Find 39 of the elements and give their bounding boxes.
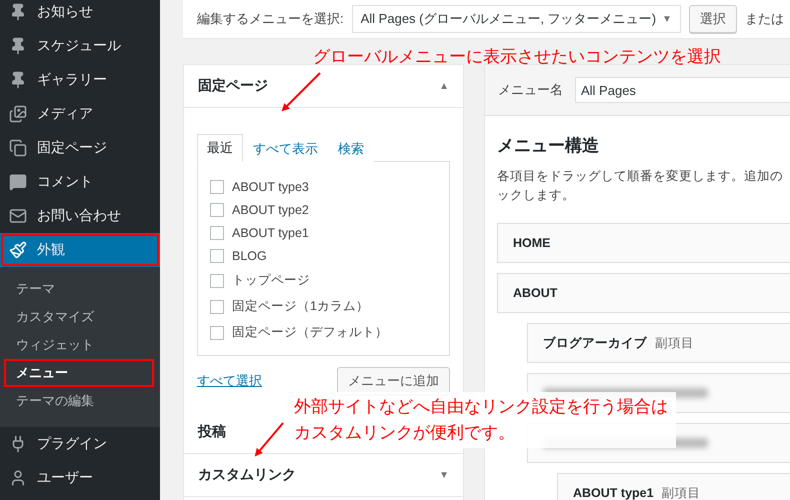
- description-text: 各項目をドラッグして順番を変更します。追加の: [497, 168, 784, 185]
- sidebar-label: コメント: [37, 173, 93, 191]
- sidebar-label: プラグイン: [37, 435, 107, 453]
- dropdown-icon: ▼: [662, 14, 672, 24]
- menu-item-type: 副項目: [655, 334, 694, 352]
- select-label: 編集するメニューを選択:: [197, 10, 344, 28]
- sidebar-label: メディア: [37, 105, 93, 123]
- page-label: トップページ: [232, 272, 310, 289]
- annotation-text: グローバルメニューに表示させたいコンテンツを選択: [313, 46, 721, 68]
- or-text: または: [744, 10, 784, 28]
- sidebar-label: 固定ページ: [37, 139, 107, 157]
- menu-item-title: HOME: [513, 236, 550, 250]
- sidebar-label: 外観: [37, 241, 65, 259]
- sidebar-label: お問い合わせ: [37, 207, 121, 225]
- expand-icon: ▼: [439, 470, 449, 480]
- description-text: ックします。: [497, 187, 576, 204]
- page-label: ABOUT type3: [232, 180, 309, 194]
- panel-title: 投稿: [198, 423, 226, 441]
- panel-title: カスタムリンク: [198, 466, 296, 484]
- menu-item-title: ABOUT type1: [573, 486, 654, 500]
- page-label: BLOG: [232, 249, 267, 263]
- annotation-text: カスタムリンクが便利です。: [294, 422, 515, 444]
- annotation-text: 外部サイトなどへ自由なリンク設定を行う場合は: [294, 396, 668, 418]
- page-label: 固定ページ（1カラム）: [232, 298, 369, 315]
- menu-item-title: ABOUT: [513, 286, 558, 300]
- sidebar-label: ギャラリー: [37, 71, 107, 89]
- sidebar-label: ユーザー: [37, 469, 93, 487]
- sidebar-label: スケジュール: [37, 37, 121, 55]
- menu-name-label: メニュー名: [498, 81, 563, 99]
- sidebar-label: お知らせ: [37, 3, 93, 21]
- page-label: 固定ページ（デフォルト）: [232, 324, 388, 341]
- select-value: All Pages (グローバルメニュー, フッターメニュー): [360, 10, 656, 28]
- page-label: ABOUT type1: [232, 226, 309, 240]
- menu-item-title: ブログアーカイブ: [543, 334, 647, 352]
- page-label: ABOUT type2: [232, 203, 309, 217]
- collapse-icon: ▲: [439, 80, 449, 92]
- menu-item-type: 副項目: [662, 484, 701, 500]
- panel-title: 固定ページ: [198, 77, 268, 95]
- section-heading: メニュー構造: [497, 135, 600, 157]
